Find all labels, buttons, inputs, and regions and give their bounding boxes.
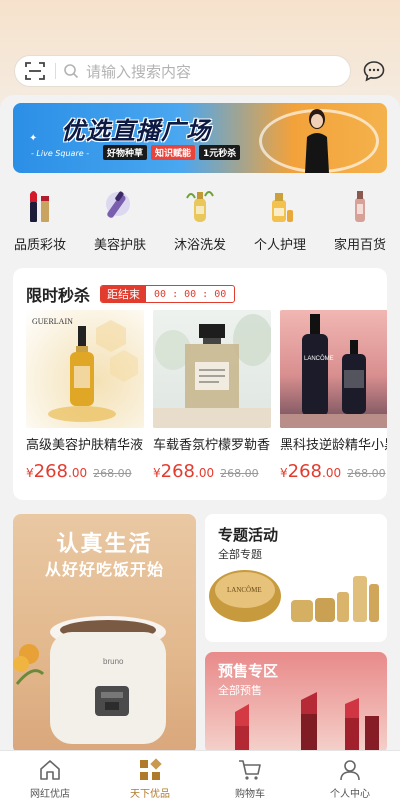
price-integer: 268: [33, 461, 68, 482]
scan-icon[interactable]: [15, 55, 55, 87]
skincare-icon: [100, 186, 140, 226]
flash-sale-list: GUERLAIN 高级美容护肤精华液 ¥268.00 268.00 车载香氛柠檬…: [26, 310, 387, 500]
home-icon: [40, 760, 60, 780]
tab-products[interactable]: 天下优品: [100, 751, 200, 800]
brand-logo-text: bruno: [103, 657, 124, 666]
tab-cart[interactable]: 购物车: [200, 751, 300, 800]
tab-label: 个人中心: [330, 789, 370, 800]
cart-icon: [239, 760, 261, 780]
price-decimal: .00: [322, 466, 342, 480]
product-name: 黑科技逆龄精华小黑瓶: [280, 438, 387, 453]
search-row: 请输入搜索内容: [14, 55, 386, 87]
search-input[interactable]: 请输入搜索内容: [86, 61, 191, 82]
category-item[interactable]: 个人护理: [240, 186, 320, 256]
category-label: 沐浴洗发: [173, 238, 226, 253]
category-item[interactable]: 品质彩妆: [0, 186, 80, 256]
bath-icon: [180, 186, 220, 226]
brand-logo-text: LANCÔME: [304, 355, 334, 362]
user-icon: [340, 760, 360, 781]
original-price: 268.00: [93, 467, 132, 480]
countdown-label: 距结束: [101, 286, 147, 302]
category-label: 个人护理: [253, 238, 306, 253]
sale-price: ¥268.00: [280, 461, 341, 482]
banner-model-image: [305, 109, 329, 173]
chat-bubble-icon[interactable]: [362, 59, 386, 83]
bottom-tab-bar: 网红优店 天下优品 购物车 个人中心: [0, 750, 400, 800]
flash-sale-title: 限时秒杀: [26, 286, 91, 305]
price-decimal: .00: [195, 466, 215, 480]
product-name: 高级美容护肤精华液: [26, 438, 144, 453]
product-card[interactable]: GUERLAIN 高级美容护肤精华液 ¥268.00 268.00: [26, 310, 144, 500]
search-icon: [56, 55, 86, 87]
product-image: LANCÔME: [280, 310, 387, 428]
sale-price: ¥268.00: [153, 461, 214, 482]
flash-sale-header: 限时秒杀 距结束 00 : 00 : 00: [26, 282, 236, 306]
flash-sale-card: 限时秒杀 距结束 00 : 00 : 00 GUERLAIN 高级美容护肤精华液…: [13, 268, 387, 500]
banner-title: 优选直播广场: [61, 117, 211, 145]
sale-price: ¥268.00: [26, 461, 87, 482]
banner-tag: 好物种草: [103, 145, 148, 160]
currency-symbol: ¥: [153, 466, 161, 480]
household-icon: [340, 186, 380, 226]
category-label: 家用百货: [333, 238, 386, 253]
currency-symbol: ¥: [26, 466, 34, 480]
grid-icon: [140, 758, 162, 780]
countdown-badge: 距结束 00 : 00 : 00: [100, 285, 236, 303]
category-label: 美容护肤: [93, 238, 146, 253]
banner-tag: 1元秒杀: [199, 145, 241, 160]
tab-home[interactable]: 网红优店: [0, 751, 100, 800]
product-card[interactable]: 车载香氛柠檬罗勒香 ¥268.00 268.00: [153, 310, 271, 500]
care-icon: [260, 186, 300, 226]
price-decimal: .00: [68, 466, 88, 480]
lipsticks-illustration: [235, 692, 379, 754]
sparkle-icon: ✦: [29, 133, 38, 144]
perfume-bottle-illustration: [153, 314, 271, 428]
lancome-products-illustration: LANCÔME: [209, 570, 379, 622]
banner-tag: 知识赋能: [151, 145, 196, 160]
live-square-banner[interactable]: ✦ 优选直播广场 - Live Square - 好物种草 知识赋能 1元秒杀: [13, 103, 387, 173]
presale-card[interactable]: 预售专区 全部预售: [205, 652, 387, 754]
price-integer: 268: [160, 461, 195, 482]
product-prices: ¥268.00 268.00: [26, 461, 144, 482]
currency-symbol: ¥: [280, 466, 288, 480]
price-integer: 268: [287, 461, 322, 482]
category-item[interactable]: 家用百货: [320, 186, 400, 256]
category-label: 品质彩妆: [13, 238, 66, 253]
product-card[interactable]: LANCÔME 黑科技逆龄精华小黑瓶 ¥268.00 268.00: [280, 310, 387, 500]
product-image: [153, 310, 271, 428]
topic-activity-card[interactable]: 专题活动 全部专题 LANCÔME: [205, 514, 387, 642]
rice-cooker-illustration: bruno: [13, 616, 166, 744]
banner-subtitle: - Live Square -: [31, 149, 90, 158]
tab-label: 购物车: [235, 789, 265, 800]
category-item[interactable]: 沐浴洗发: [160, 186, 240, 256]
tab-profile[interactable]: 个人中心: [300, 751, 400, 800]
serum-bottles-illustration: LANCÔME: [280, 314, 387, 428]
lipstick-icon: [20, 186, 60, 226]
category-row: 品质彩妆 美容护肤 沐浴洗发 个人护理 家用百货: [0, 186, 400, 256]
tab-label: 网红优店: [30, 789, 70, 800]
product-image: GUERLAIN: [26, 310, 144, 428]
original-price: 268.00: [220, 467, 259, 480]
brand-logo-text: GUERLAIN: [32, 317, 73, 326]
brand-logo-text: LANCÔME: [227, 586, 262, 594]
tab-label: 天下优品: [130, 789, 170, 800]
category-item[interactable]: 美容护肤: [80, 186, 160, 256]
countdown-timer: 00 : 00 : 00: [154, 289, 227, 300]
product-prices: ¥268.00 268.00: [153, 461, 271, 482]
original-price: 268.00: [347, 467, 386, 480]
product-prices: ¥268.00 268.00: [280, 461, 387, 482]
lifestyle-promo-banner[interactable]: 认真生活 从好好吃饭开始 bruno: [13, 514, 196, 754]
banner-tags: 好物种草 知识赋能 1元秒杀: [103, 145, 241, 160]
search-box[interactable]: 请输入搜索内容: [14, 55, 351, 87]
serum-bottle-illustration: GUERLAIN: [32, 317, 138, 422]
product-name: 车载香氛柠檬罗勒香: [153, 438, 271, 453]
